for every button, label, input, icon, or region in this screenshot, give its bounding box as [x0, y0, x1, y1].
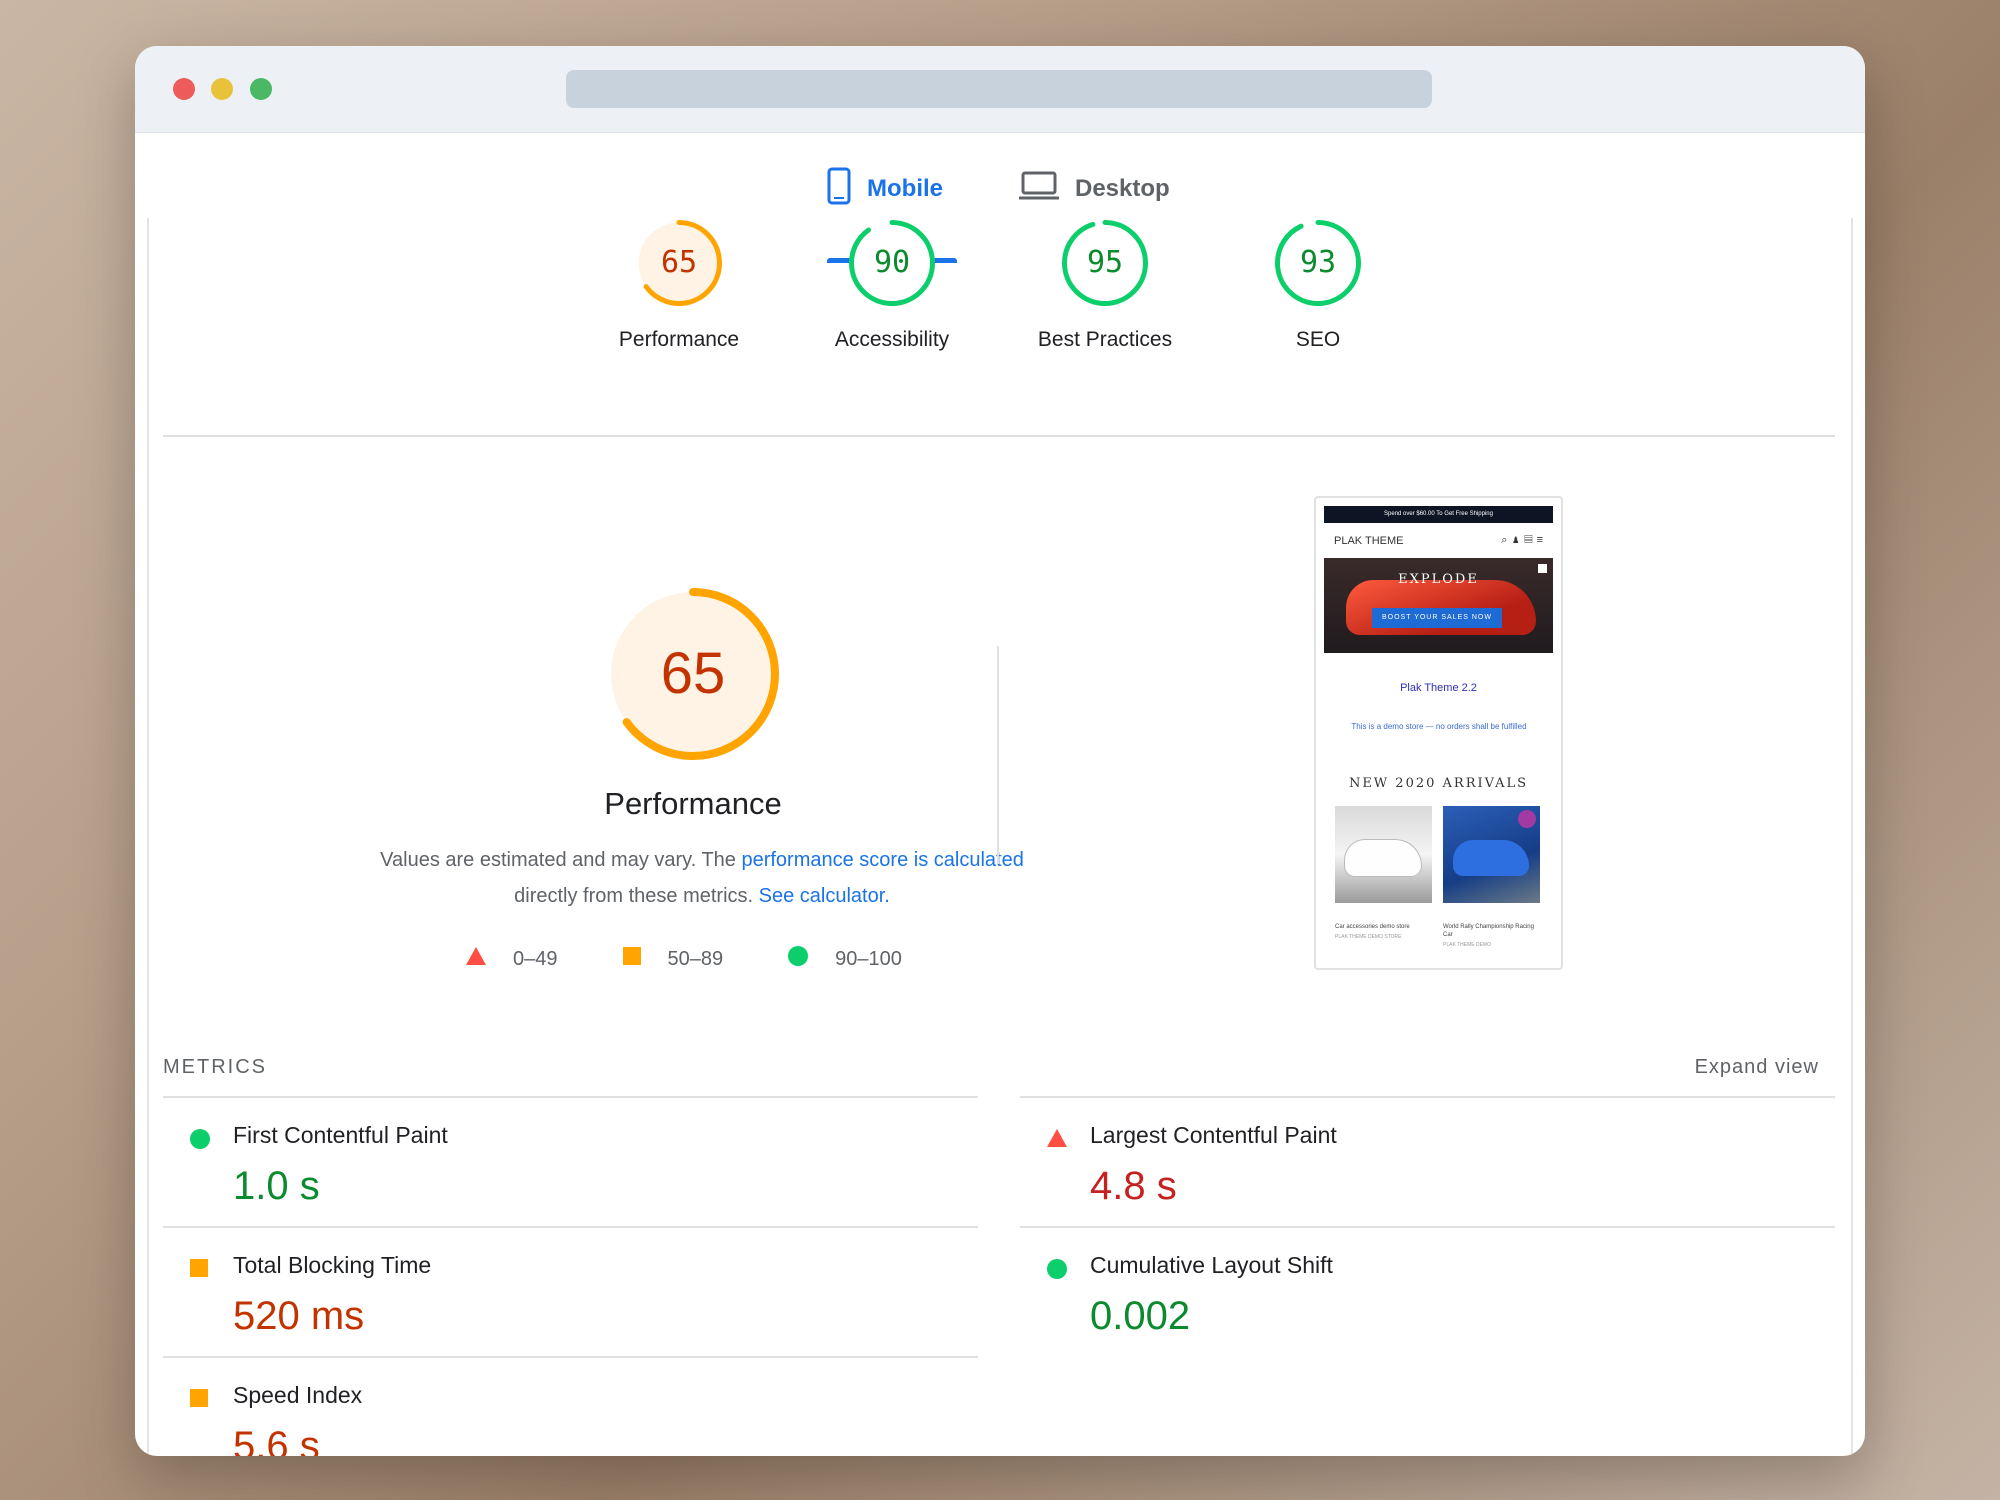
pause-icon	[1538, 564, 1547, 573]
preview-hero-banner: EXPLODE BOOST YOUR SALES NOW	[1324, 558, 1553, 653]
triangle-icon	[465, 946, 487, 972]
gauge-label: Best Practices	[1037, 328, 1173, 351]
metric-name: Largest Contentful Paint	[1090, 1122, 1337, 1148]
tab-desktop-label: Desktop	[1075, 175, 1170, 202]
performance-gauge-ring: 65	[605, 586, 781, 762]
gauge-ring: 65	[634, 218, 724, 308]
preview-product-image	[1335, 806, 1432, 903]
metric-largest-contentful-paint: Largest Contentful Paint 4.8 s	[1020, 1098, 1820, 1226]
category-gauge-accessibility[interactable]: 90 Accessibility	[802, 218, 982, 352]
preview-header-icons: ⌕♟▤≡	[1501, 534, 1547, 546]
metric-name: Speed Index	[233, 1382, 363, 1408]
gauge-label: Performance	[618, 328, 740, 351]
category-gauge-seo[interactable]: 93 SEO	[1228, 218, 1408, 352]
legend-average-label: 50–89	[667, 947, 724, 970]
gauge-ring: 90	[847, 218, 937, 308]
performance-title: Performance	[604, 786, 782, 821]
preview-hero-title: EXPLODE	[1398, 572, 1479, 587]
smartphone-icon	[827, 167, 851, 212]
triangle-icon	[1046, 1128, 1068, 1153]
description-text-2: directly from these metrics.	[514, 885, 759, 907]
category-scores: 65 Performance 90 Accessibility 95 Best …	[135, 218, 1865, 438]
square-icon	[189, 1388, 209, 1413]
product-title: Car accessories demo store	[1335, 924, 1410, 930]
tab-desktop[interactable]: Desktop	[1019, 160, 1170, 218]
metric-total-blocking-time: Total Blocking Time 520 ms	[163, 1228, 963, 1356]
metric-value: 0.002	[1090, 1294, 1191, 1338]
expand-view-toggle[interactable]: Expand view	[1695, 1056, 1819, 1079]
metric-name: First Contentful Paint	[233, 1122, 448, 1148]
metric-cumulative-layout-shift: Cumulative Layout Shift 0.002	[1020, 1228, 1820, 1356]
legend-fail: 0–49	[465, 946, 558, 972]
metrics-heading: METRICS	[163, 1056, 267, 1078]
metric-name: Cumulative Layout Shift	[1090, 1252, 1333, 1278]
preview-product-caption: Car accessories demo store PLAK THEME DEM…	[1335, 923, 1435, 941]
metric-name: Total Blocking Time	[233, 1252, 432, 1278]
product-vendor: PLAK THEME DEMO	[1443, 942, 1491, 948]
browser-window: Mobile Desktop 65 Performance 90 Accessi…	[135, 46, 1865, 1456]
gauge-score: 93	[1299, 245, 1337, 280]
sale-badge	[1518, 810, 1536, 828]
gauge-label: Accessibility	[834, 328, 950, 351]
product-vendor: PLAK THEME DEMO STORE	[1335, 934, 1402, 940]
metric-speed-index: Speed Index 5.6 s	[163, 1358, 963, 1456]
gauge-label: SEO	[1295, 328, 1341, 351]
vertical-divider	[997, 646, 999, 864]
preview-theme-name: Plak Theme 2.2	[1400, 682, 1477, 694]
address-bar[interactable]	[566, 70, 1432, 108]
gauge-score: 65	[660, 245, 698, 280]
score-legend: 0–49 50–89 90–100	[465, 944, 966, 974]
preview-product-image	[1443, 806, 1540, 903]
title-bar	[135, 46, 1865, 133]
metric-first-contentful-paint: First Contentful Paint 1.0 s	[163, 1098, 963, 1226]
performance-description: Values are estimated and may vary. The p…	[327, 842, 1077, 914]
legend-fail-label: 0–49	[513, 947, 558, 970]
metric-value: 520 ms	[233, 1294, 365, 1338]
minimize-window-button[interactable]	[211, 78, 233, 100]
preview-hero-button: BOOST YOUR SALES NOW	[1372, 608, 1502, 628]
product-title: World Rally Championship Racing Car	[1443, 924, 1534, 938]
laptop-icon	[1019, 171, 1059, 208]
legend-pass-label: 90–100	[835, 947, 902, 970]
score-calculated-link[interactable]: performance score is calculated	[741, 849, 1023, 871]
performance-score: 65	[660, 641, 726, 706]
category-gauge-performance[interactable]: 65 Performance	[589, 218, 769, 352]
preview-product-caption: World Rally Championship Racing Car PLAK …	[1443, 923, 1543, 949]
preview-demo-notice: This is a demo store — no orders shall b…	[1351, 722, 1527, 731]
close-window-button[interactable]	[173, 78, 195, 100]
page-screenshot-preview[interactable]: Spend over $60.00 To Get Free Shipping P…	[1314, 496, 1563, 970]
legend-pass: 90–100	[787, 945, 902, 973]
square-icon	[189, 1258, 209, 1283]
performance-gauge: 65 Performance	[473, 586, 913, 822]
metric-value: 4.8 s	[1090, 1164, 1177, 1208]
circle-icon	[189, 1128, 211, 1155]
legend-average: 50–89	[622, 946, 724, 972]
metric-value: 5.6 s	[233, 1424, 320, 1456]
circle-icon	[1046, 1258, 1068, 1285]
category-gauge-best-practices[interactable]: 95 Best Practices	[1015, 218, 1195, 352]
square-icon	[622, 946, 642, 972]
section-divider	[163, 435, 1835, 437]
gauge-score: 95	[1086, 245, 1124, 280]
car-image	[1345, 840, 1421, 876]
gauge-score: 90	[873, 245, 911, 280]
maximize-window-button[interactable]	[250, 78, 272, 100]
metric-value: 1.0 s	[233, 1164, 320, 1208]
circle-icon	[787, 945, 809, 973]
tab-mobile-label: Mobile	[867, 175, 943, 202]
preview-announcement-bar: Spend over $60.00 To Get Free Shipping	[1324, 506, 1553, 523]
preview-arrivals-heading: NEW 2020 ARRIVALS	[1348, 776, 1529, 791]
description-text: Values are estimated and may vary. The	[380, 849, 742, 871]
gauge-ring: 93	[1273, 218, 1363, 308]
preview-header: PLAK THEME ⌕♟▤≡	[1324, 530, 1553, 552]
car-image	[1453, 840, 1529, 876]
see-calculator-link[interactable]: See calculator.	[759, 885, 890, 907]
gauge-ring: 95	[1060, 218, 1150, 308]
tab-mobile[interactable]: Mobile	[827, 160, 943, 218]
preview-logo: PLAK THEME	[1334, 535, 1404, 547]
